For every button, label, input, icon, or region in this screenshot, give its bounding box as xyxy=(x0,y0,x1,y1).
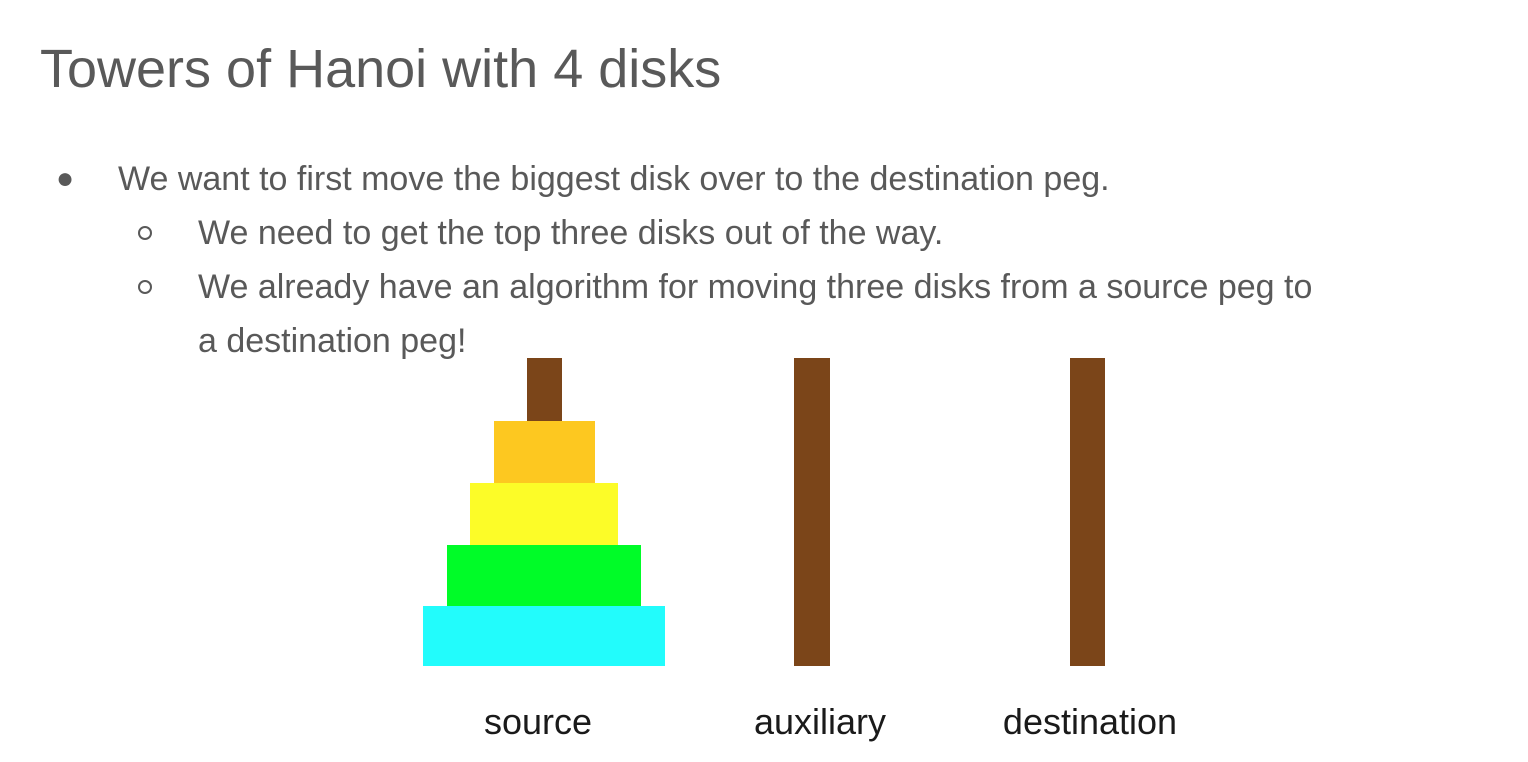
disk-small xyxy=(470,483,618,545)
peg-label-auxiliary: auxiliary xyxy=(753,701,887,742)
peg-label-source: source xyxy=(483,701,593,742)
disk-smallest xyxy=(494,421,595,483)
peg-auxiliary xyxy=(794,358,830,666)
disk-medium xyxy=(447,545,641,606)
peg-label-destination: destination xyxy=(1002,701,1178,742)
slide: Towers of Hanoi with 4 disks ● We want t… xyxy=(0,0,1528,762)
disk-largest xyxy=(423,606,665,666)
hanoi-diagram xyxy=(423,358,1105,666)
peg-destination xyxy=(1070,358,1105,666)
